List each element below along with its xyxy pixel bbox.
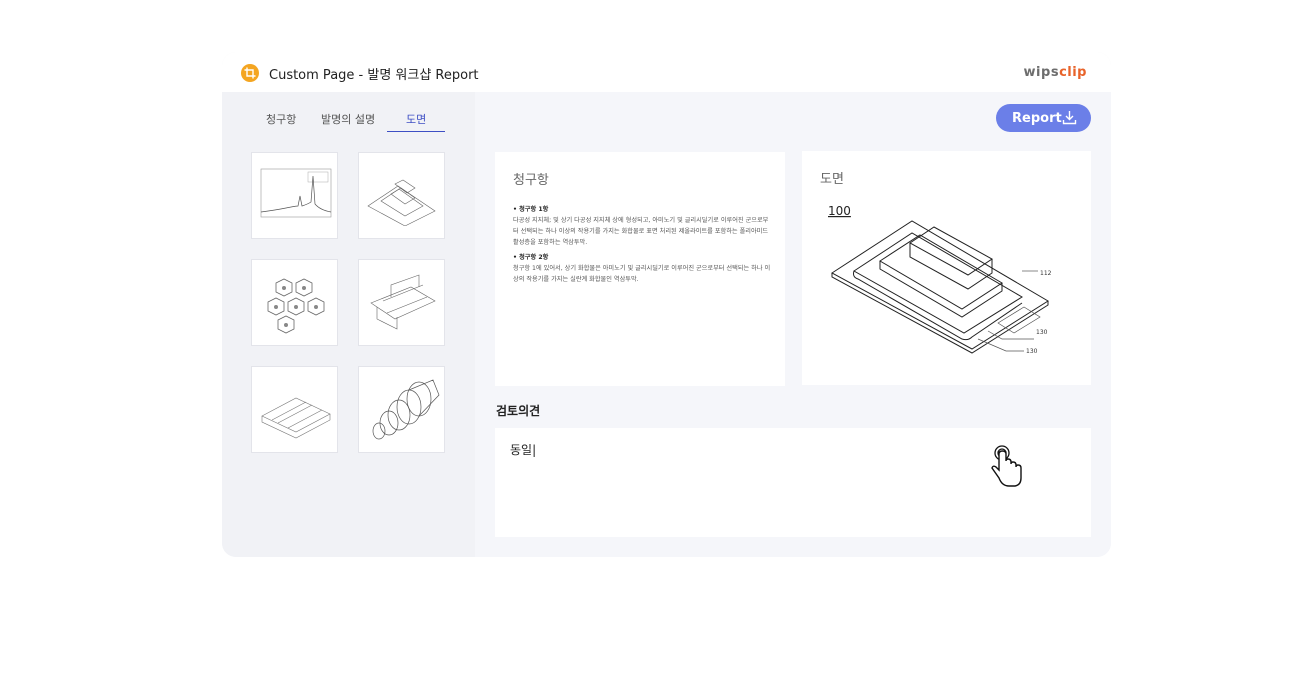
report-button-label: Report — [1012, 110, 1062, 126]
wipsclip-logo: wipsclip — [1023, 65, 1087, 80]
drawing-thumbnail-6[interactable] — [358, 366, 445, 453]
download-icon — [1062, 110, 1077, 129]
claims-card-title: 청구항 — [513, 173, 549, 188]
claim-2-text: 청구항 1에 있어서, 상기 화합물은 아미노기 및 글리시딜기로 이루어진 군… — [513, 265, 771, 283]
app-window: Custom Page - 발명 워크샵 Report wipsclip 청구항… — [222, 52, 1111, 557]
drawing-thumbnail-3[interactable] — [251, 259, 338, 346]
active-tab-indicator — [387, 131, 445, 132]
molecular-structure-icon — [267, 278, 324, 333]
crop-icon — [241, 64, 259, 82]
sidebar-tabs: 청구항 발명의 설명 도면 — [255, 111, 445, 133]
layered-plate-drawing: 100 112 130 130 — [828, 204, 1052, 355]
sidebar: 청구항 발명의 설명 도면 — [222, 92, 474, 557]
drawing-thumbnail-5[interactable] — [251, 366, 338, 453]
figure-label-112: 112 — [1040, 270, 1052, 277]
claim-2-heading: • 청구항 2항 — [513, 254, 549, 261]
spectrum-graph-icon — [260, 168, 331, 217]
drawing-thumbnail-4[interactable] — [358, 259, 445, 346]
main-panel: Report 청구항 • 청구항 1항 다공성 지지체; 및 상기 다공성 지지… — [475, 92, 1111, 557]
figure-label-100: 100 — [828, 204, 851, 218]
frame-module-icon — [369, 274, 436, 329]
page-title: Custom Page - 발명 워크샵 Report — [269, 68, 479, 83]
tab-drawings[interactable]: 도면 — [406, 111, 426, 127]
review-comment-label: 검토의견 — [496, 404, 541, 418]
hand-pointer-icon — [991, 444, 1023, 492]
claim-1-heading: • 청구항 1항 — [513, 206, 549, 213]
claim-1-text: 다공성 지지체; 및 상기 다공성 지지체 상에 형성되고, 아미노기 및 글리… — [513, 217, 769, 246]
figure-label-130a: 130 — [1036, 329, 1048, 336]
claims-card: 청구항 • 청구항 1항 다공성 지지체; 및 상기 다공성 지지체 상에 형성… — [495, 152, 785, 386]
drawing-thumbnail-2[interactable] — [358, 152, 445, 239]
tab-description[interactable]: 발명의 설명 — [321, 111, 375, 127]
drawing-card: 도면 100 112 130 130 — [802, 151, 1091, 385]
figure-label-130b: 130 — [1026, 348, 1038, 355]
report-download-button[interactable]: Report — [996, 104, 1091, 132]
cylinder-device-icon — [372, 379, 439, 439]
tab-claims[interactable]: 청구항 — [266, 111, 296, 127]
drawing-thumbnail-1[interactable] — [251, 152, 338, 239]
layered-plate-icon — [366, 179, 436, 226]
grooved-block-icon — [260, 397, 331, 438]
title-bar: Custom Page - 발명 워크샵 Report wipsclip — [222, 52, 1111, 92]
claims-list: • 청구항 1항 다공성 지지체; 및 상기 다공성 지지체 상에 형성되고, … — [513, 202, 771, 289]
